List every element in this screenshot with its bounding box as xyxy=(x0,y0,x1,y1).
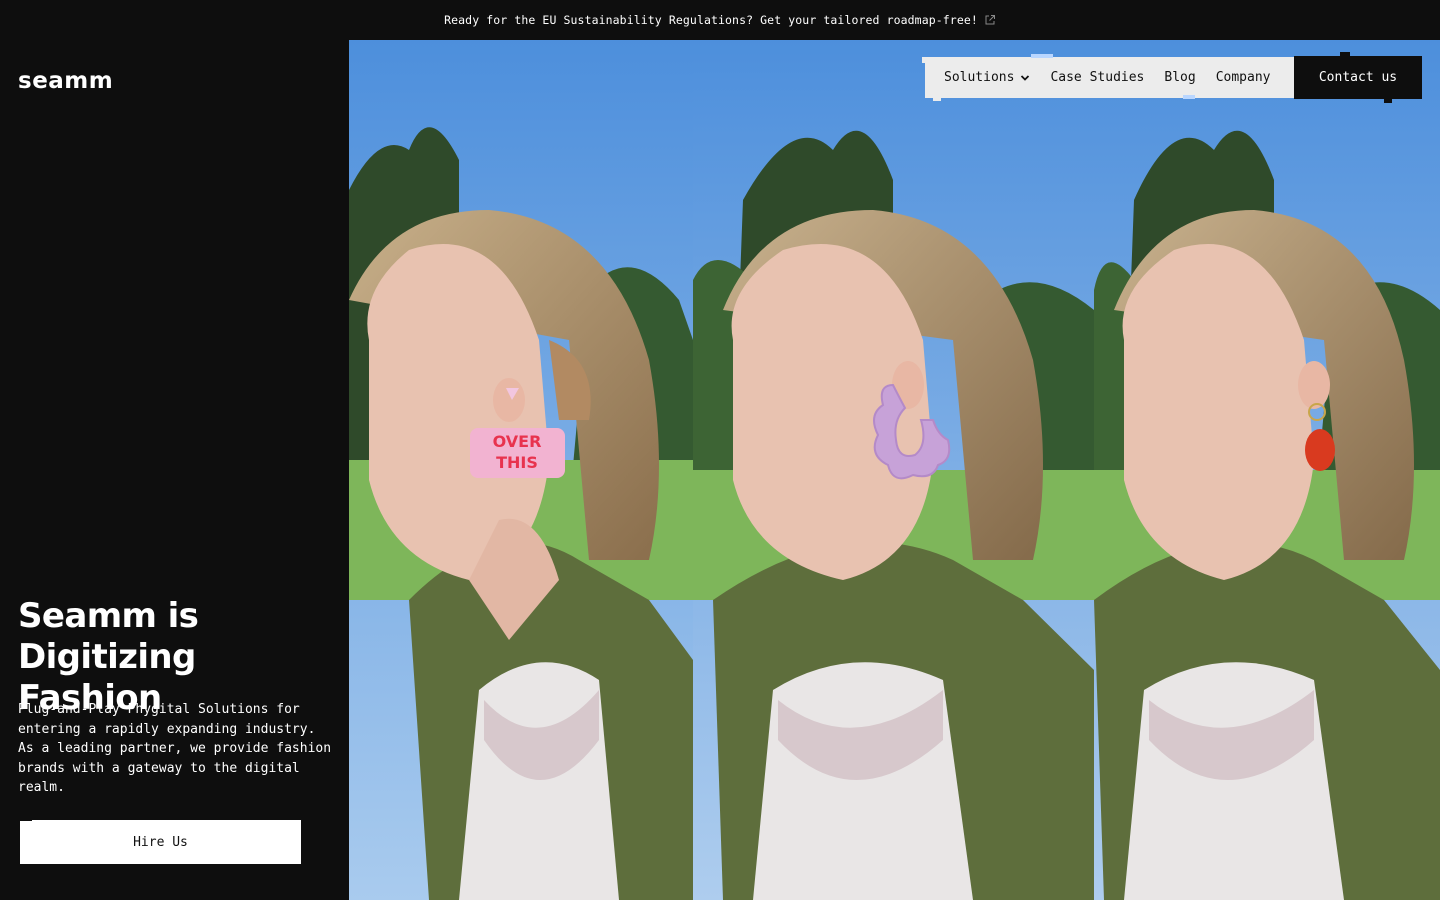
nav-item-solutions[interactable]: Solutions xyxy=(944,70,1030,85)
nav-item-company[interactable]: Company xyxy=(1216,70,1271,85)
hero-image-panel-1: OVER THIS xyxy=(349,40,693,900)
hero-image-panel-2 xyxy=(693,40,1094,900)
contact-us-label: Contact us xyxy=(1318,70,1398,85)
nav-corner-tick xyxy=(1183,95,1195,99)
main-nav: Solutions Case Studies Blog Company xyxy=(922,54,1294,101)
nav-item-blog[interactable]: Blog xyxy=(1164,70,1195,85)
hero-subtitle: Plug-and-Play Phygital Solutions for ent… xyxy=(18,702,332,796)
external-link-icon xyxy=(985,15,995,25)
hero-image-panel-3 xyxy=(1094,40,1440,900)
announcement-bar: Ready for the EU Sustainability Regulati… xyxy=(0,0,1440,40)
contact-us-button[interactable]: Contact us xyxy=(1294,52,1422,103)
hero-headline-line1: Seamm is xyxy=(18,596,199,636)
hire-us-button[interactable]: Hire Us xyxy=(20,816,301,864)
seamm-logo[interactable]: seamm xyxy=(18,70,113,93)
nav-item-label: Solutions xyxy=(944,70,1015,85)
svg-text:OVER: OVER xyxy=(493,432,542,451)
announcement-link[interactable]: Ready for the EU Sustainability Regulati… xyxy=(444,13,996,27)
nav-corner-tick xyxy=(922,57,934,63)
nav-item-case-studies[interactable]: Case Studies xyxy=(1050,70,1144,85)
nav-corner-tick xyxy=(933,95,941,101)
woman-red-earring-image xyxy=(1094,40,1440,900)
button-notch xyxy=(1384,97,1392,103)
svg-text:THIS: THIS xyxy=(496,453,538,472)
button-notch xyxy=(1340,52,1350,57)
nav-corner-tick xyxy=(1031,54,1053,58)
chevron-down-icon xyxy=(1021,74,1030,81)
left-panel: seamm Seamm is Digitizing Fashion Plug-a… xyxy=(0,40,349,900)
announcement-text: Ready for the EU Sustainability Regulati… xyxy=(444,13,978,27)
hero-image: OVER THIS xyxy=(349,40,1440,900)
woman-lilac-earring-image xyxy=(693,40,1094,900)
woman-pink-earring-image: OVER THIS xyxy=(349,40,693,900)
